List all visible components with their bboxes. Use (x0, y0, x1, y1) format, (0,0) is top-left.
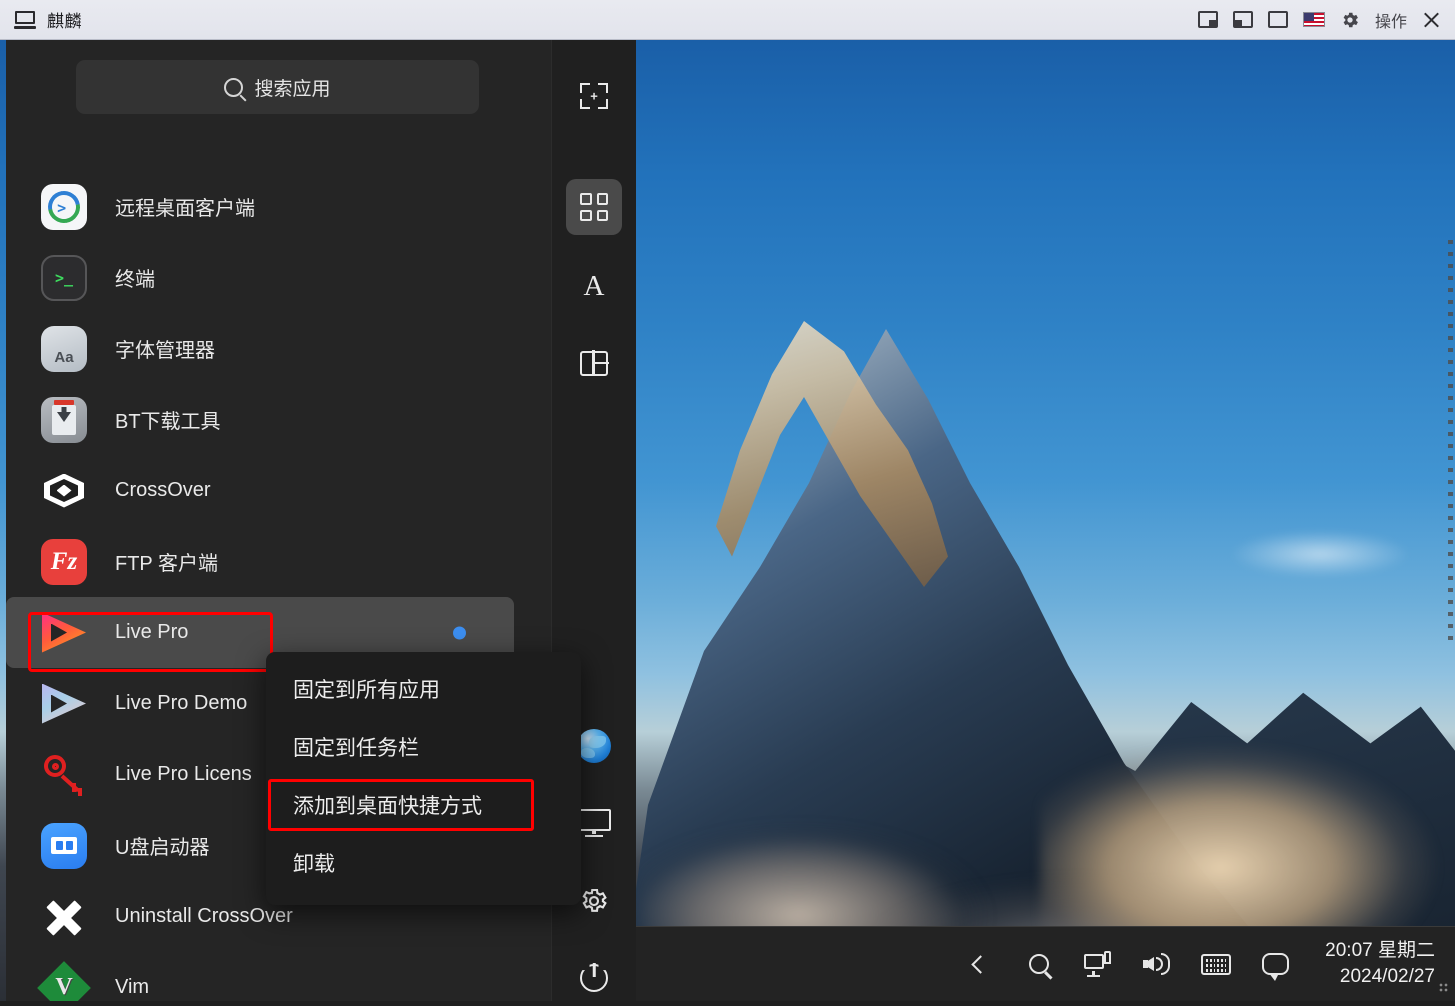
keyboard-icon[interactable] (1201, 949, 1232, 979)
power-icon[interactable] (566, 950, 622, 1006)
wallpaper-cloud-high (1230, 527, 1410, 581)
app-label: FTP 客户端 (115, 553, 218, 575)
search-input[interactable]: 搜索应用 (76, 60, 479, 114)
actions-label[interactable]: 操作 (1375, 8, 1407, 32)
monitor-icon (14, 10, 36, 29)
app-label: Live Pro Demo (115, 692, 248, 714)
window-titlebar: 麒麟 操作 (0, 0, 1455, 40)
remote-desktop-icon: > (41, 183, 87, 230)
titlebar-right: 操作 (1197, 8, 1455, 32)
context-menu-item-add-desktop-shortcut[interactable]: 添加到桌面快捷方式 (266, 776, 581, 834)
app-item-ftp-client[interactable]: Fz FTP 客户端 (6, 526, 551, 597)
live-pro-icon (41, 610, 87, 656)
context-menu-label: 卸载 (293, 853, 335, 876)
clock[interactable]: 20:07 星期二 2024/02/27 (1325, 938, 1435, 989)
terminal-icon: >_ (41, 254, 87, 301)
app-label: Uninstall CrossOver (115, 905, 293, 927)
chat-icon[interactable] (1260, 949, 1290, 981)
search-icon (224, 77, 244, 97)
crossover-icon (41, 468, 87, 514)
us-flag-icon[interactable] (1302, 12, 1325, 27)
uninstall-x-icon (41, 894, 87, 940)
context-menu-label: 固定到任务栏 (293, 737, 419, 760)
running-indicator-dot (453, 626, 466, 639)
close-icon[interactable] (1422, 10, 1441, 29)
resize-corner-grip[interactable] (1439, 983, 1451, 995)
app-label: 终端 (115, 269, 155, 291)
window-snap-icon[interactable] (1232, 11, 1253, 28)
layout-panel-icon[interactable] (566, 335, 622, 391)
window-edge-grip[interactable] (1448, 240, 1453, 640)
app-item-terminal[interactable]: >_ 终端 (6, 242, 551, 313)
live-pro-demo-icon (41, 681, 87, 727)
app-label: CrossOver (115, 479, 211, 501)
app-context-menu: 固定到所有应用 固定到任务栏 添加到桌面快捷方式 卸载 (266, 652, 581, 905)
app-label: 字体管理器 (115, 340, 215, 362)
window-restore-icon[interactable] (1197, 11, 1218, 28)
app-label: Live Pro (115, 621, 189, 643)
window-title: 麒麟 (47, 12, 82, 31)
network-icon[interactable] (1083, 949, 1113, 979)
titlebar-left: 麒麟 (0, 7, 82, 32)
app-item-font-manager[interactable]: Aa 字体管理器 (6, 313, 551, 384)
vim-icon: V (37, 960, 91, 1001)
filezilla-icon: Fz (41, 538, 87, 585)
search-icon[interactable] (1024, 949, 1054, 979)
context-menu-label: 添加到桌面快捷方式 (293, 795, 482, 818)
letter-a-icon[interactable]: A (566, 258, 622, 314)
context-menu-item-pin-to-taskbar[interactable]: 固定到任务栏 (266, 718, 581, 776)
live-pro-license-key-icon (41, 752, 87, 798)
all-apps-grid-icon[interactable] (566, 179, 622, 235)
context-menu-label: 固定到所有应用 (293, 679, 440, 702)
taskbar: 20:07 星期二 2024/02/27 (636, 926, 1455, 1001)
context-menu-item-pin-to-all-apps[interactable]: 固定到所有应用 (266, 660, 581, 718)
volume-icon[interactable] (1142, 949, 1172, 979)
app-label: 远程桌面客户端 (115, 198, 255, 220)
app-item-bt-download[interactable]: BT下载工具 (6, 384, 551, 455)
app-label: BT下载工具 (115, 411, 221, 433)
app-item-remote-desktop[interactable]: > 远程桌面客户端 (6, 171, 551, 242)
start-menu: 搜索应用 > 远程桌面客户端 >_ 终端 Aa 字体管理器 BT下载工具 Cro… (6, 40, 636, 1001)
app-label: Vim (115, 976, 150, 998)
app-label: Live Pro Licens (115, 763, 252, 785)
clock-date: 2024/02/27 (1339, 966, 1435, 987)
window-maximize-icon[interactable] (1267, 11, 1288, 28)
clock-time: 20:07 星期二 (1325, 940, 1435, 962)
search-placeholder: 搜索应用 (254, 78, 331, 100)
app-label: U盘启动器 (115, 837, 210, 859)
expand-icon[interactable]: + (566, 68, 622, 124)
back-chevron-icon[interactable] (965, 949, 995, 979)
gear-icon[interactable] (1340, 10, 1360, 30)
bt-download-icon (41, 396, 87, 443)
app-item-vim[interactable]: V Vim (6, 952, 551, 1001)
font-manager-icon: Aa (41, 325, 87, 372)
usb-boot-icon (41, 822, 87, 869)
context-menu-item-uninstall[interactable]: 卸载 (266, 834, 581, 892)
app-item-crossover[interactable]: CrossOver (6, 455, 551, 526)
